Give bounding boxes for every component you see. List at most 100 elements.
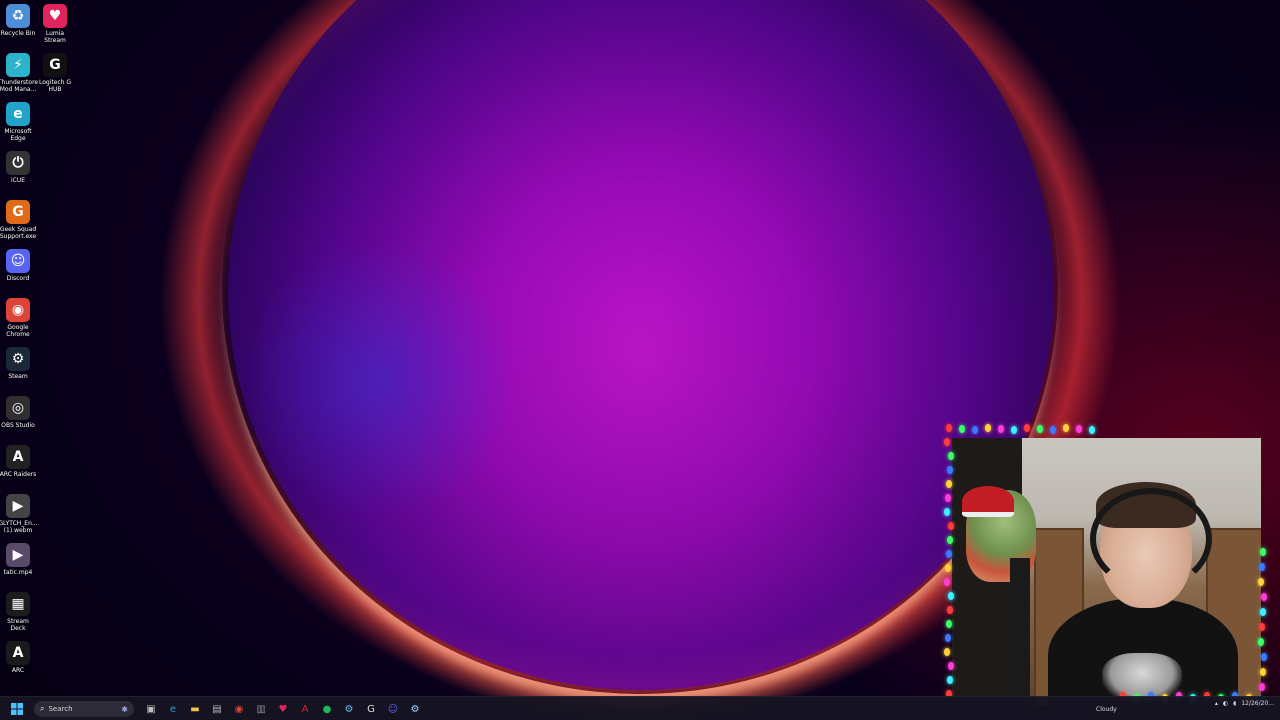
webcam-overlay (952, 438, 1261, 706)
desktop-shortcut[interactable]: ⚙ Steam (0, 347, 37, 380)
desktop-shortcut-label: Google Chrome (6, 324, 30, 338)
taskbar-app-button[interactable]: G (362, 700, 380, 718)
desktop-shortcut[interactable]: ◎ OBS Studio (0, 396, 37, 429)
light-bulb (1261, 593, 1267, 601)
steam-icon: ⚙ (410, 703, 420, 715)
taskbar-app-button[interactable]: ⚙ (340, 700, 358, 718)
store-icon: ▤ (212, 703, 222, 715)
logitech-ghub-icon: G (367, 703, 375, 715)
light-bulb (1050, 426, 1056, 434)
search-placeholder: Search (48, 705, 73, 713)
light-bulb (1076, 425, 1082, 433)
edge-icon: e (6, 102, 30, 126)
webcam-mic-stand (1010, 558, 1030, 706)
taskbar-app-button[interactable]: ⚙ (406, 700, 424, 718)
wallpaper-blue-glow (250, 230, 510, 530)
file-explorer-icon: ▬ (190, 703, 200, 715)
desktop-shortcut[interactable]: G Geek Squad Support.exe (0, 200, 37, 240)
desktop-shortcut-label: Thunderstore Mod Mana... (0, 79, 39, 93)
weather-widget[interactable]: Cloudy (1096, 706, 1117, 713)
icue-icon: ⏻ (6, 151, 30, 175)
desktop-shortcut[interactable]: A ARC Raiders (0, 445, 37, 478)
weather-text: Cloudy (1096, 706, 1117, 713)
geek-squad-icon: G (6, 200, 30, 224)
discord-icon: ☺ (387, 703, 399, 715)
taskbar-search-box[interactable]: ⌕ Search ✱ (34, 701, 134, 717)
thunderstore-icon: ⚡ (6, 53, 30, 77)
arc-raiders-icon: A (6, 445, 30, 469)
wallpaper-sphere (228, 0, 1054, 690)
volume-icon[interactable]: ◖ (1233, 700, 1236, 707)
desktop-shortcut-label: Geek Squad Support.exe (0, 226, 37, 240)
light-bulb (945, 564, 951, 572)
desktop-shortcut[interactable]: e Microsoft Edge (0, 102, 37, 142)
taskbar-app-button[interactable]: ▥ (252, 700, 270, 718)
light-bulb (1063, 424, 1069, 432)
network-icon[interactable]: ◐ (1223, 700, 1228, 707)
desktop-shortcut-label: Lumia Stream (44, 30, 66, 44)
arc-icon: A (6, 641, 30, 665)
system-tray: ▴ ◐ ◖ 12/26/20... (1215, 700, 1274, 707)
light-bulb (946, 424, 952, 432)
desktop-shortcut-label: tatic.mp4 (3, 569, 33, 576)
steam-icon: ⚙ (344, 703, 354, 715)
wallpaper-glow-ring (222, 0, 1058, 694)
light-bulb (985, 424, 991, 432)
desktop-shortcut[interactable]: A ARC (0, 641, 37, 674)
chrome-icon: ◉ (6, 298, 30, 322)
desktop-shortcut[interactable]: ♥ Lumia Stream (36, 4, 74, 44)
lumia-stream-icon: ♥ (43, 4, 67, 28)
video-file-icon: ▶ (6, 494, 30, 518)
taskbar-app-button[interactable]: ▬ (186, 700, 204, 718)
desktop-shortcut-label: Logitech G HUB (38, 79, 72, 93)
light-bulb (944, 578, 950, 586)
taskbar-app-button[interactable]: ◉ (230, 700, 248, 718)
lumia-stream-icon: ♥ (278, 703, 288, 715)
taskbar-app-button[interactable]: A (296, 700, 314, 718)
desktop-shortcut[interactable]: ⏻ iCUE (0, 151, 37, 184)
desktop-shortcut[interactable]: ◉ Google Chrome (0, 298, 37, 338)
search-icon: ⌕ (40, 704, 45, 713)
light-bulb (1024, 424, 1030, 432)
webcam-headphones (1090, 488, 1212, 590)
clock[interactable]: 12/26/20... (1241, 700, 1274, 707)
desktop-shortcut-label: GLYTCH_En... (1).webm (0, 520, 38, 534)
windows-logo-icon (11, 703, 23, 715)
obs-icon: ◎ (6, 396, 30, 420)
light-bulb (945, 634, 951, 642)
desktop-shortcut-label: iCUE (10, 177, 26, 184)
taskbar-app-button[interactable]: ● (318, 700, 336, 718)
taskbar-pinned-apps: ▣ e ▬ ▤ ◉ ▥ ♥ A ● ⚙ G ☺ ⚙ (138, 700, 424, 718)
desktop-shortcut[interactable]: ⚡ Thunderstore Mod Mana... (0, 53, 39, 93)
tray-overflow-icon[interactable]: ▴ (1215, 700, 1218, 707)
desktop-shortcut[interactable]: G Logitech G HUB (36, 53, 74, 93)
light-bulb (1037, 425, 1043, 433)
desktop-shortcut[interactable]: ▶ tatic.mp4 (0, 543, 37, 576)
steam-icon: ⚙ (6, 347, 30, 371)
desktop-shortcut-label: OBS Studio (1, 422, 35, 429)
taskbar-app-button[interactable]: ▣ (142, 700, 160, 718)
chrome-icon: ◉ (234, 703, 244, 715)
edge-icon: e (169, 703, 177, 715)
desktop-shortcut[interactable]: ♻ Recycle Bin (0, 4, 37, 37)
light-bulb (959, 425, 965, 433)
mp4-file-icon: ▶ (6, 543, 30, 567)
start-button[interactable] (8, 700, 26, 718)
desktop[interactable]: ♻ Recycle Bin ⚡ Thunderstore Mod Mana... e Mi… (0, 0, 1280, 720)
desktop-shortcut[interactable]: ▶ GLYTCH_En... (1).webm (0, 494, 38, 534)
desktop-shortcut[interactable]: ▦ Stream Deck (0, 592, 37, 632)
light-bulb (998, 425, 1004, 433)
light-bulb (945, 494, 951, 502)
desktop-shortcut-label: ARC (11, 667, 25, 674)
desktop-shortcut-label: Stream Deck (7, 618, 29, 632)
taskbar-app-button[interactable]: ☺ (384, 700, 402, 718)
taskbar: ⌕ Search ✱ ▣ e ▬ ▤ ◉ ▥ ♥ A ● ⚙ G ☺ ⚙ ▴ ◐ ◖ 12/26/20.… (0, 696, 1280, 720)
light-bulb (1261, 653, 1267, 661)
taskbar-app-button[interactable]: ♥ (274, 700, 292, 718)
desktop-shortcut[interactable]: ☺ Discord (0, 249, 37, 282)
taskbar-app-button[interactable]: ▤ (208, 700, 226, 718)
app-icon: ▥ (256, 703, 266, 715)
taskbar-app-button[interactable]: e (164, 700, 182, 718)
stream-deck-icon: ▦ (6, 592, 30, 616)
desktop-shortcut-label: Recycle Bin (0, 30, 36, 37)
